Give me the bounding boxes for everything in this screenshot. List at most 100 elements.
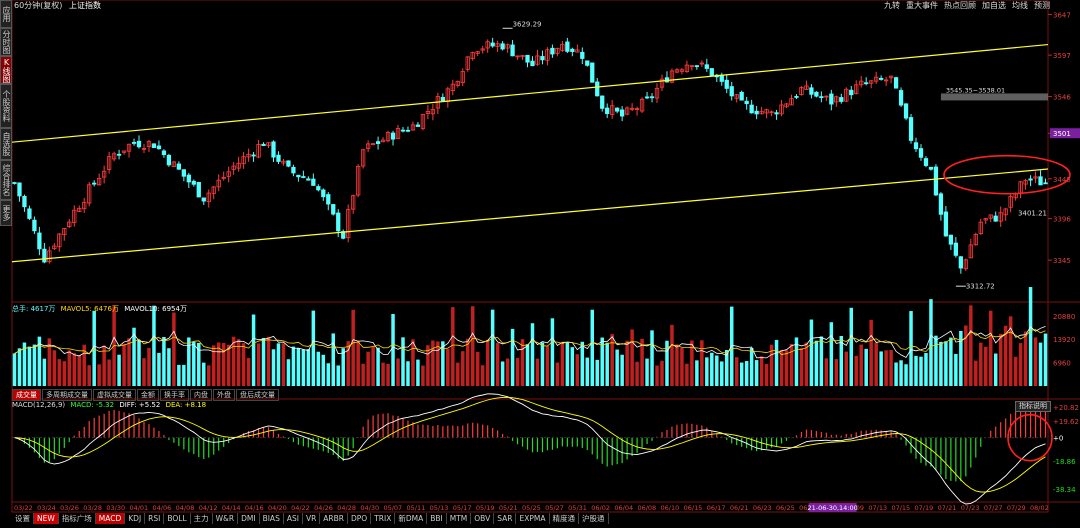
indicator-tab-9[interactable]: DMI bbox=[238, 513, 260, 524]
candle-body bbox=[176, 163, 181, 170]
candle-body bbox=[42, 248, 47, 263]
candle-body bbox=[819, 96, 824, 99]
x-axis-date: 07/23 bbox=[961, 504, 980, 512]
sidebar-tab-6[interactable]: 更多 bbox=[0, 200, 12, 226]
volume-bar bbox=[456, 362, 460, 386]
volume-tab-4[interactable]: 换手率 bbox=[160, 389, 189, 401]
top-menu-item-2[interactable]: 热点回顾 bbox=[944, 1, 976, 10]
indicator-tab-22[interactable]: 精度通 bbox=[550, 513, 579, 524]
candle-body bbox=[131, 142, 137, 144]
x-axis-date: 04/14 bbox=[222, 504, 241, 512]
indicator-tab-2[interactable]: 指标广场 bbox=[59, 513, 96, 524]
volume-bar bbox=[311, 310, 316, 386]
indicator-tab-4[interactable]: KDJ bbox=[125, 513, 146, 524]
indicator-tab-15[interactable]: TRIX bbox=[371, 513, 396, 524]
indicator-tab-11[interactable]: ASI bbox=[284, 513, 303, 524]
candle-body bbox=[136, 140, 142, 148]
candle-body bbox=[1038, 176, 1043, 186]
volume-bar bbox=[117, 354, 121, 386]
candle-body bbox=[749, 104, 754, 114]
indicator-tab-19[interactable]: OBV bbox=[471, 513, 495, 524]
volume-tab-7[interactable]: 盘后成交量 bbox=[236, 389, 279, 401]
x-axis-date: 04/30 bbox=[360, 504, 379, 512]
indicator-explain-button[interactable]: 指标说明 bbox=[1015, 401, 1051, 412]
indicator-tab-1[interactable]: NEW bbox=[34, 513, 59, 524]
top-menu-item-1[interactable]: 重大事件 bbox=[906, 1, 938, 10]
volume-tab-6[interactable]: 外盘 bbox=[213, 389, 235, 401]
volume-bar bbox=[87, 365, 91, 386]
x-axis-date: 07/21 bbox=[938, 504, 957, 512]
candle-body bbox=[933, 166, 939, 196]
volume-bar bbox=[32, 344, 37, 386]
indicator-tab-14[interactable]: DPO bbox=[348, 513, 372, 524]
volume-bar bbox=[615, 349, 619, 386]
volume-tab-0[interactable]: 成交量 bbox=[12, 389, 41, 401]
x-axis-date: 07/29 bbox=[1007, 504, 1026, 512]
volume-bar bbox=[909, 311, 913, 386]
volume-bar bbox=[416, 359, 420, 386]
top-menu-item-3[interactable]: 加自选 bbox=[982, 1, 1006, 10]
indicator-tab-21[interactable]: EXPMA bbox=[516, 513, 550, 524]
volume-bar bbox=[949, 337, 953, 386]
low-label: 3312.72 bbox=[966, 283, 995, 291]
indicator-tab-5[interactable]: RSI bbox=[145, 513, 165, 524]
volume-bar bbox=[286, 359, 291, 386]
channel-upper-line bbox=[11, 43, 1049, 143]
sidebar-tab-4[interactable]: 自选股 bbox=[0, 128, 12, 160]
indicator-tab-10[interactable]: BIAS bbox=[260, 513, 284, 524]
sidebar-tab-3[interactable]: 个股资料 bbox=[0, 84, 12, 128]
volume-bar bbox=[356, 341, 360, 386]
volume-tab-1[interactable]: 多周期成交量 bbox=[42, 389, 92, 401]
indicator-tab-12[interactable]: VR bbox=[303, 513, 321, 524]
sidebar-tab-2[interactable]: K线图 bbox=[0, 56, 12, 84]
candle-body bbox=[893, 77, 899, 89]
volume-bar bbox=[331, 333, 336, 386]
candle-body bbox=[276, 154, 281, 162]
indicator-tab-6[interactable]: BOLL bbox=[164, 513, 191, 524]
volume-bar bbox=[660, 360, 664, 386]
volume-bar bbox=[276, 343, 281, 386]
indicator-tab-20[interactable]: SAR bbox=[494, 513, 517, 524]
volume-bar bbox=[12, 353, 17, 386]
top-menu-item-5[interactable]: 预测 bbox=[1034, 1, 1050, 10]
volume-bar bbox=[979, 342, 983, 386]
dea-value: DEA: +8.18 bbox=[165, 401, 207, 409]
volume-bar bbox=[844, 351, 849, 386]
volume-bar bbox=[256, 343, 261, 386]
volume-bar bbox=[864, 348, 868, 386]
sidebar-tab-0[interactable]: 应用 bbox=[0, 0, 12, 28]
indicator-tab-18[interactable]: MTM bbox=[447, 513, 472, 524]
sidebar-tab-5[interactable]: 综合排名 bbox=[0, 160, 12, 200]
candle-body bbox=[271, 141, 276, 158]
dif-value: DIFF: +5.52 bbox=[119, 401, 161, 409]
indicator-tab-16[interactable]: 新DMA bbox=[395, 513, 428, 524]
candle-body bbox=[794, 96, 799, 98]
candle-body bbox=[336, 212, 341, 232]
volume-bar bbox=[107, 359, 111, 386]
volume-tab-5[interactable]: 内盘 bbox=[190, 389, 212, 401]
indicator-tab-13[interactable]: ARBR bbox=[320, 513, 348, 524]
volume-tab-3[interactable]: 金额 bbox=[137, 389, 159, 401]
volume-bar bbox=[859, 344, 863, 386]
period-label[interactable]: 60分钟(复权) bbox=[14, 1, 62, 10]
volume-bar bbox=[246, 357, 251, 386]
indicator-tab-7[interactable]: 主力 bbox=[191, 513, 213, 524]
indicator-tab-3[interactable]: MACD bbox=[95, 513, 126, 524]
indicator-tab-0[interactable]: 设置 bbox=[12, 513, 34, 524]
indicator-tab-8[interactable]: W&R bbox=[213, 513, 239, 524]
candle-body bbox=[605, 107, 610, 114]
indicator-tabs: 设置 NEW 指标广场 MACD KDJ RSI BOLL 主力 W&R DMI BIAS ASI VR… bbox=[12, 513, 609, 524]
indicator-tab-23[interactable]: 沪股通 bbox=[579, 513, 609, 524]
volume-bar bbox=[580, 341, 585, 386]
price-tick-label: 3445 bbox=[1053, 176, 1071, 184]
volume-bar bbox=[535, 358, 540, 386]
x-axis-date: 06/04 bbox=[614, 504, 633, 512]
volume-bar bbox=[520, 339, 525, 386]
x-axis-date: 08/02 bbox=[1030, 504, 1049, 512]
top-menu-item-0[interactable]: 九转 bbox=[884, 1, 900, 10]
volume-tab-2[interactable]: 虚拟成交量 bbox=[93, 389, 136, 401]
sidebar-tab-1[interactable]: 分时图 bbox=[0, 28, 12, 56]
candle-body bbox=[694, 65, 699, 68]
top-menu-item-4[interactable]: 均线 bbox=[1012, 1, 1028, 10]
indicator-tab-17[interactable]: BBI bbox=[427, 513, 447, 524]
